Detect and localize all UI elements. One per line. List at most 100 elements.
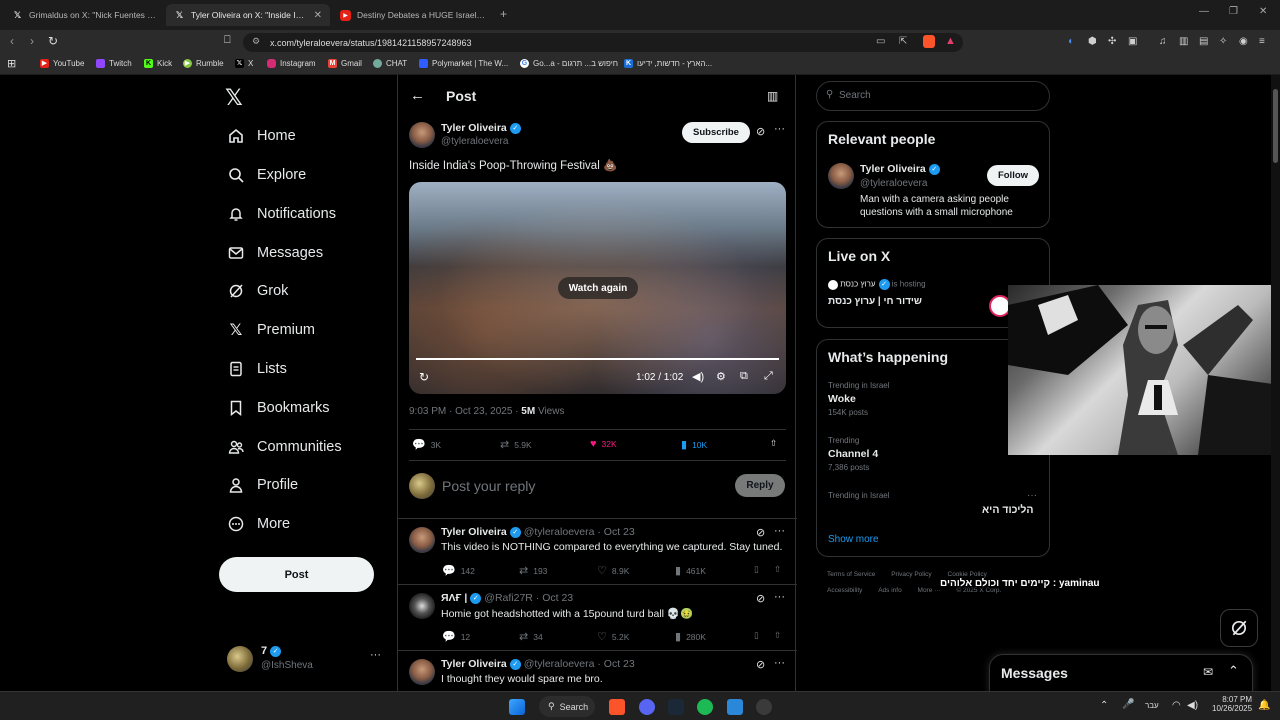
bookmark-google-translate[interactable]: G Go...a - חיפוש ב... תרגום	[520, 59, 618, 68]
share-icon[interactable]: ⇧	[774, 630, 781, 641]
account-more-icon[interactable]: ···	[370, 649, 381, 661]
watch-again-button[interactable]: Watch again	[558, 277, 638, 299]
footer-link[interactable]: More ···	[918, 587, 941, 594]
repost-stat[interactable]: ⇄ 193	[519, 564, 547, 577]
page-scrollbar[interactable]	[1271, 75, 1280, 691]
reply-stat[interactable]: 💬 142	[442, 564, 475, 577]
account-switcher[interactable]: 7 ✓ @IshSheva ···	[219, 635, 389, 677]
nav-profile[interactable]: Profile	[228, 477, 298, 493]
bookmark-chat[interactable]: CHAT	[373, 59, 407, 68]
bookmark-page-icon[interactable]: ⎕	[224, 34, 231, 47]
grok-icon[interactable]: ⊘	[756, 592, 765, 605]
scrollbar-thumb[interactable]	[1273, 89, 1278, 163]
new-message-icon[interactable]: ✉	[1203, 665, 1213, 679]
close-window-icon[interactable]: ✕	[1259, 6, 1267, 17]
new-tab-button[interactable]: +	[500, 7, 507, 21]
notification-bell-icon[interactable]: 🔔	[1258, 700, 1270, 711]
footer-link[interactable]: Privacy Policy	[891, 571, 931, 578]
sidebar-toggle-icon[interactable]: ▥	[1179, 36, 1188, 47]
minimize-icon[interactable]: —	[1199, 6, 1209, 17]
footer-link[interactable]: Cookie Policy	[948, 571, 987, 578]
app-icon[interactable]	[756, 699, 772, 715]
tray-chevron-icon[interactable]: ⌃	[1100, 700, 1108, 711]
bookmark-kick[interactable]: K Kick	[144, 59, 172, 68]
nav-bookmarks[interactable]: Bookmarks	[228, 400, 330, 416]
spotify-icon[interactable]	[697, 699, 713, 715]
reply-button[interactable]: Reply	[735, 474, 785, 497]
fullscreen-icon[interactable]: ⤢	[764, 370, 773, 383]
reply-author[interactable]: Tyler Oliveira	[441, 526, 507, 538]
expand-up-icon[interactable]: ⌃	[1228, 663, 1239, 679]
reply-more-icon[interactable]: ···	[774, 657, 785, 669]
grok-floating-button[interactable]	[1220, 609, 1258, 647]
brave-rewards-icon[interactable]: ▲	[945, 35, 956, 47]
back-icon[interactable]: ‹	[10, 34, 14, 48]
brave-browser-icon[interactable]	[609, 699, 625, 715]
leo-ai-icon[interactable]: ✧	[1219, 36, 1227, 47]
repost-stat[interactable]: ⇄ 34	[519, 630, 543, 643]
footer-link[interactable]: Terms of Service	[827, 571, 875, 578]
avatar[interactable]	[409, 527, 435, 553]
avatar[interactable]	[828, 163, 854, 189]
screenshot-icon[interactable]: ▣	[1128, 36, 1137, 47]
wallet-icon[interactable]: ▤	[1199, 36, 1208, 47]
nav-explore[interactable]: Explore	[228, 167, 306, 183]
share-icon[interactable]: ⇧	[774, 564, 781, 575]
like-stat[interactable]: ♥ 32K	[590, 438, 617, 450]
reply-tweet[interactable]: Tyler Oliveira ✓ @tyleraloevera · Oct 23 …	[398, 519, 797, 584]
messages-drawer[interactable]: Messages ✉ ⌃	[989, 654, 1253, 691]
extension-icon[interactable]: ◖	[1067, 36, 1073, 47]
reply-author[interactable]: ЯΛҒ |	[441, 592, 467, 604]
nav-notifications[interactable]: Notifications	[228, 206, 336, 222]
nav-messages[interactable]: Messages	[228, 245, 323, 261]
browser-tab-active[interactable]: 𝕏 Tyler Oliveira on X: "Inside India ✕	[166, 4, 330, 26]
follow-button[interactable]: Follow	[987, 165, 1039, 186]
brave-shields-icon[interactable]	[923, 35, 935, 48]
reply-author[interactable]: Tyler Oliveira	[441, 658, 507, 670]
reply-more-icon[interactable]: ···	[774, 525, 785, 537]
volume-icon[interactable]: ◀)	[1187, 700, 1198, 711]
puzzle-extension-icon[interactable]: ✣	[1108, 36, 1116, 47]
nav-home[interactable]: Home	[228, 128, 296, 144]
replay-icon[interactable]: ↻	[419, 370, 429, 384]
avatar[interactable]	[409, 593, 435, 619]
bookmark-gmail[interactable]: M Gmail	[328, 59, 362, 68]
close-tab-icon[interactable]: ✕	[314, 10, 322, 21]
nav-more[interactable]: More	[228, 516, 290, 532]
search-input[interactable]: Search	[839, 90, 871, 101]
browser-tab[interactable]: ▶ Destiny Debates a HUGE Israeli Cont	[332, 4, 494, 26]
language-indicator[interactable]: עבר	[1145, 701, 1159, 710]
author-handle[interactable]: @tyleraloevera	[441, 136, 508, 147]
volume-icon[interactable]: ◀)	[692, 370, 704, 383]
wifi-icon[interactable]: ◠	[1172, 700, 1181, 711]
discord-icon[interactable]	[639, 699, 655, 715]
video-progress-track[interactable]	[416, 358, 779, 360]
grok-icon[interactable]: ⊘	[756, 526, 765, 539]
x-logo-icon[interactable]: 𝕏	[225, 85, 243, 111]
like-stat[interactable]: ♡ 8.9K	[597, 564, 629, 577]
bookmark-icon[interactable]: ▯	[754, 564, 759, 575]
show-more-link[interactable]: Show more	[828, 534, 879, 545]
live-host[interactable]: ערוץ כנסת	[840, 280, 875, 289]
nav-lists[interactable]: Lists	[228, 361, 287, 377]
cast-icon[interactable]: ▭	[876, 36, 885, 47]
address-bar[interactable]: ⚙ x.com/tyleraloevera/status/19814211589…	[243, 33, 963, 52]
trend-name[interactable]: הליכוד היא	[982, 504, 1034, 516]
bookmark-haaretz[interactable]: K הארץ - חדשות, ידיעו...	[624, 59, 712, 68]
repost-stat[interactable]: ⇄ 5.9K	[500, 438, 532, 451]
bookmark-youtube[interactable]: ▶ YouTube	[40, 59, 84, 68]
reload-icon[interactable]: ↻	[48, 34, 58, 48]
reply-input[interactable]: Post your reply	[442, 478, 535, 494]
views-stat[interactable]: ▮ 280K	[675, 630, 706, 643]
bookmark-icon[interactable]: ▯	[754, 630, 759, 641]
back-arrow-icon[interactable]: ←	[410, 87, 425, 104]
tweet-more-icon[interactable]: ···	[774, 123, 785, 135]
subscribe-button[interactable]: Subscribe	[682, 122, 750, 143]
media-icon[interactable]: ♫	[1159, 36, 1167, 47]
grok-icon[interactable]: ⊘	[756, 125, 765, 138]
nav-communities[interactable]: Communities	[228, 439, 342, 455]
person-name[interactable]: Tyler Oliveira	[860, 163, 926, 175]
bookmark-stat[interactable]: ▮ 10K	[681, 438, 707, 451]
share-icon[interactable]: ⇧	[770, 438, 777, 449]
windows-start-icon[interactable]	[509, 699, 525, 715]
